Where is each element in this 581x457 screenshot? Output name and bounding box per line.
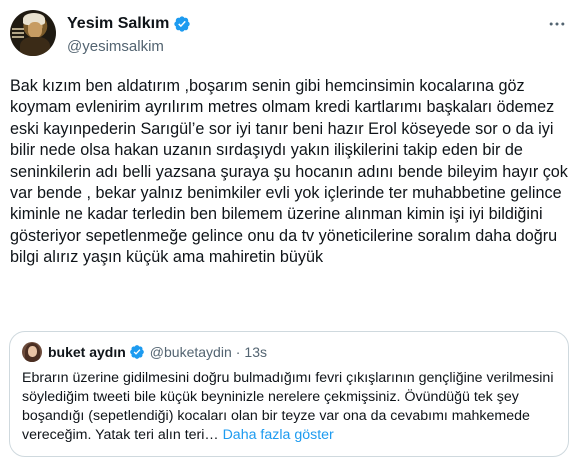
quoted-tweet-header: buket aydın @buketaydin · 13s (22, 342, 267, 362)
quoted-tweet-text: Ebrarın üzerine gidilmesini doğru bulmad… (22, 369, 557, 445)
show-more-link[interactable]: Daha fazla göster (223, 427, 334, 443)
author-display-name[interactable]: Yesim Salkım (67, 14, 169, 34)
quoted-timestamp[interactable]: 13s (244, 344, 267, 360)
quoted-author-handle: @buketaydin (149, 344, 232, 360)
more-horizontal-icon[interactable] (547, 14, 567, 34)
separator-dot: · (235, 344, 241, 360)
verified-badge-icon (174, 16, 190, 32)
tweet-text: Bak kızım ben aldatırım ,boşarım senin g… (10, 77, 568, 267)
quoted-author-avatar (22, 342, 42, 362)
author-names: Yesim Salkım @yesimsalkim (67, 14, 191, 55)
more-dots-glyph (549, 22, 565, 26)
author-avatar[interactable] (10, 10, 56, 56)
quoted-tweet[interactable]: buket aydın @buketaydin · 13s Ebrarın üz… (9, 331, 569, 457)
tweet-header: Yesim Salkım @yesimsalkim (10, 10, 191, 56)
quoted-author-name: buket aydın (48, 344, 126, 360)
verified-badge-icon (129, 345, 144, 359)
author-handle[interactable]: @yesimsalkim (67, 38, 191, 55)
